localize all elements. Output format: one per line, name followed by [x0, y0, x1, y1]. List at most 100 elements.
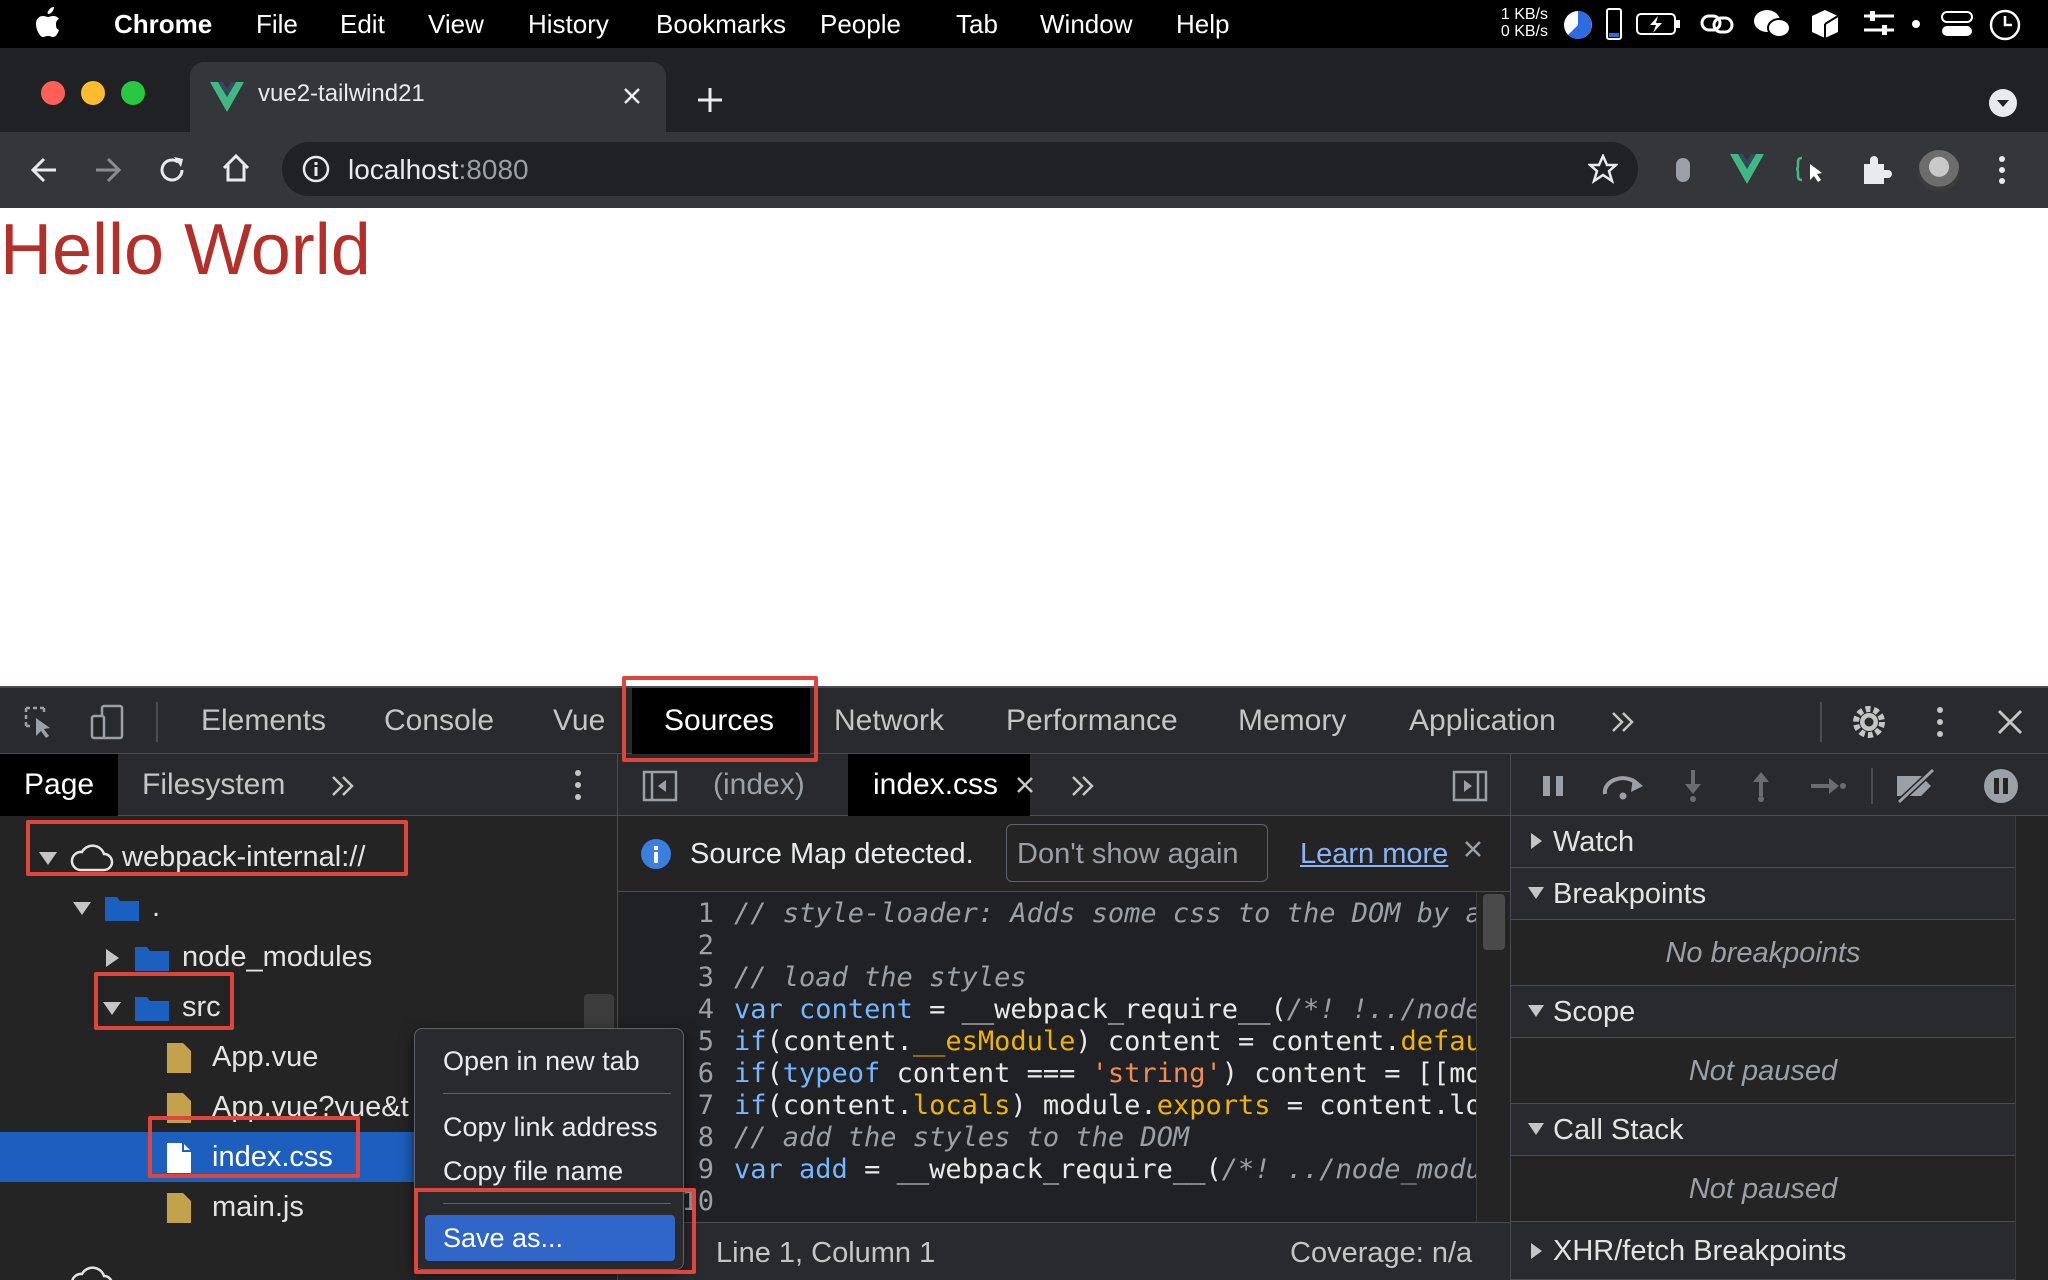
adjust-sliders-icon[interactable]: [1862, 8, 1896, 40]
control-center-icon[interactable]: [1940, 10, 1974, 38]
tab-title: vue2-tailwind21: [258, 80, 425, 107]
section-scope[interactable]: Scope: [1511, 986, 2015, 1038]
devtools-tab-application[interactable]: Application: [1409, 688, 1556, 754]
navigator-more-chevron-icon[interactable]: [330, 774, 356, 798]
menu-tab[interactable]: Tab: [956, 9, 998, 39]
window-close-button[interactable]: [41, 81, 65, 105]
navigator-tab-page[interactable]: Page: [24, 768, 94, 802]
devtools-main-tabbar: Elements Console Vue Sources Network Per…: [0, 686, 2048, 754]
editor-tab-index[interactable]: (index): [713, 768, 805, 802]
navigator-tab-filesystem[interactable]: Filesystem: [142, 768, 285, 802]
devtools-menu-icon[interactable]: [1934, 705, 1946, 739]
devtools-tab-memory[interactable]: Memory: [1238, 688, 1346, 754]
device-toolbar-icon[interactable]: [90, 704, 126, 740]
home-icon[interactable]: [220, 152, 252, 184]
tab-close-icon[interactable]: [622, 86, 642, 106]
step-into-icon[interactable]: [1681, 768, 1705, 802]
devtools-tab-console[interactable]: Console: [384, 688, 494, 754]
deactivate-breakpoints-icon[interactable]: [1893, 768, 1939, 804]
menu-history[interactable]: History: [528, 9, 609, 39]
bookmark-star-icon[interactable]: [1588, 154, 1618, 184]
menu-copy-link-address[interactable]: Copy link address: [443, 1107, 658, 1147]
toggle-debugger-icon[interactable]: [1452, 770, 1488, 802]
debugger-scrollbar[interactable]: [2015, 816, 2048, 1280]
step-over-icon[interactable]: [1601, 772, 1647, 800]
tree-item-node-modules[interactable]: node_modules: [0, 932, 618, 982]
extension-mouse-icon[interactable]: [1674, 156, 1692, 184]
browser-tab[interactable]: vue2-tailwind21: [190, 62, 666, 132]
section-watch[interactable]: Watch: [1511, 816, 2015, 868]
editor-tab-close-icon[interactable]: [1016, 776, 1034, 794]
tab-search-icon[interactable]: [1988, 88, 2018, 118]
memory-bar-icon[interactable]: [1606, 8, 1622, 40]
menu-copy-file-name[interactable]: Copy file name: [443, 1151, 623, 1191]
devtools-tab-performance[interactable]: Performance: [1006, 688, 1178, 754]
more-tabs-chevron-icon[interactable]: [1610, 710, 1636, 734]
pause-icon[interactable]: [1541, 774, 1567, 798]
wechat-icon[interactable]: [1752, 8, 1792, 40]
pause-on-exceptions-icon[interactable]: [1983, 768, 2019, 804]
menu-edit[interactable]: Edit: [340, 9, 385, 39]
dont-show-again-button[interactable]: Don't show again: [1006, 824, 1268, 882]
line-number: 1: [697, 898, 714, 929]
toggle-navigator-icon[interactable]: [642, 770, 678, 802]
learn-more-link[interactable]: Learn more: [1300, 838, 1448, 871]
code-area[interactable]: 1 // style-loader: Adds some css to the D…: [618, 892, 1476, 1222]
coverage-status[interactable]: Coverage: n/a: [1290, 1237, 1472, 1270]
extensions-puzzle-icon[interactable]: [1860, 154, 1892, 186]
devtools-tab-elements[interactable]: Elements: [201, 688, 326, 754]
profile-avatar[interactable]: [1918, 150, 1960, 192]
annotation-box-sources-tab: [622, 676, 818, 762]
settings-gear-icon[interactable]: [1850, 703, 1888, 741]
cloud-icon: [68, 1264, 114, 1280]
code-vertical-scrollbar[interactable]: [1476, 892, 1510, 1222]
line-number: 4: [697, 994, 714, 1025]
reload-icon[interactable]: [156, 154, 188, 186]
collapsed-triangle-icon[interactable]: [104, 948, 120, 968]
menu-window[interactable]: Window: [1040, 9, 1132, 39]
expand-triangle-icon[interactable]: [72, 900, 92, 916]
address-bar[interactable]: localhost:8080: [282, 142, 1638, 196]
scroll-thumb[interactable]: [1483, 894, 1505, 950]
navigator-menu-icon[interactable]: [572, 768, 584, 802]
site-info-icon[interactable]: [302, 155, 330, 183]
battery-charging-icon[interactable]: [1636, 12, 1682, 36]
menu-bookmarks[interactable]: Bookmarks: [656, 9, 786, 39]
menu-file[interactable]: File: [256, 9, 298, 39]
menu-people[interactable]: People: [820, 9, 901, 39]
box-app-icon[interactable]: [1810, 8, 1840, 40]
window-minimize-button[interactable]: [81, 81, 105, 105]
step-out-icon[interactable]: [1749, 768, 1773, 802]
inspect-element-icon[interactable]: [22, 704, 58, 740]
menu-help[interactable]: Help: [1176, 9, 1229, 39]
forward-icon[interactable]: [92, 154, 124, 186]
vue-devtools-extension-icon[interactable]: [1730, 154, 1764, 184]
devtools-close-icon[interactable]: [1996, 708, 2024, 736]
selector-extension-icon[interactable]: [1796, 154, 1826, 184]
menu-view[interactable]: View: [428, 9, 484, 39]
new-tab-icon[interactable]: [696, 86, 724, 114]
clock-icon[interactable]: [1988, 8, 2022, 42]
devtools-tab-network[interactable]: Network: [834, 688, 944, 754]
link-sync-icon[interactable]: [1700, 12, 1736, 36]
toolbar-divider: [1871, 768, 1873, 804]
back-icon[interactable]: [28, 154, 60, 186]
section-breakpoints[interactable]: Breakpoints: [1511, 868, 2015, 920]
apple-icon[interactable]: [34, 6, 62, 40]
tree-item-src[interactable]: src: [0, 982, 618, 1032]
editor-tab-index-css[interactable]: index.css: [873, 768, 998, 802]
window-zoom-button[interactable]: [121, 81, 145, 105]
menu-app-name[interactable]: Chrome: [114, 9, 212, 39]
collapsed-triangle-icon: [1529, 1242, 1543, 1260]
tree-item-dot-folder[interactable]: .: [0, 882, 618, 932]
chrome-menu-icon[interactable]: [1996, 154, 2008, 186]
step-icon[interactable]: [1809, 774, 1847, 798]
infobar-close-icon[interactable]: [1464, 840, 1482, 858]
cpu-pie-icon[interactable]: [1562, 9, 1594, 41]
devtools-tab-vue[interactable]: Vue: [553, 688, 605, 754]
menu-open-in-new-tab[interactable]: Open in new tab: [443, 1041, 640, 1081]
section-call-stack-label: Call Stack: [1553, 1114, 1684, 1146]
editor-more-tabs-chevron-icon[interactable]: [1070, 774, 1096, 798]
section-xhr-breakpoints[interactable]: XHR/fetch Breakpoints: [1511, 1222, 2015, 1280]
section-call-stack[interactable]: Call Stack: [1511, 1104, 2015, 1156]
